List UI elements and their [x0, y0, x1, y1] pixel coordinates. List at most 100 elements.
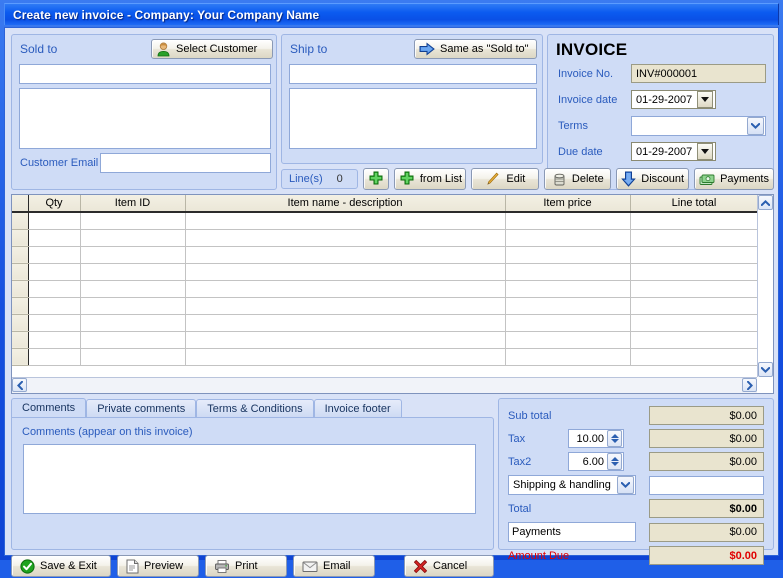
- table-cell[interactable]: [185, 331, 506, 349]
- table-cell[interactable]: [185, 246, 506, 264]
- tab-terms-conditions[interactable]: Terms & Conditions: [196, 399, 314, 418]
- scroll-down-button[interactable]: [758, 362, 773, 377]
- add-from-list-button[interactable]: from List: [394, 168, 467, 190]
- table-cell[interactable]: [505, 263, 631, 281]
- tax-rate-stepper[interactable]: 10.00: [568, 429, 624, 448]
- table-cell[interactable]: [505, 229, 631, 247]
- table-cell[interactable]: [28, 212, 81, 230]
- due-date-picker[interactable]: 01-29-2007: [631, 142, 716, 161]
- table-cell[interactable]: [28, 331, 81, 349]
- table-cell[interactable]: [630, 280, 759, 298]
- chevron-down-icon[interactable]: [697, 91, 714, 108]
- table-cell[interactable]: [630, 246, 759, 264]
- tab-private-comments[interactable]: Private comments: [86, 399, 197, 418]
- preview-button[interactable]: Preview: [117, 555, 199, 577]
- table-cell[interactable]: [505, 246, 631, 264]
- table-cell[interactable]: [185, 348, 506, 366]
- spinner-buttons[interactable]: [607, 430, 622, 447]
- row-header-cell[interactable]: [12, 263, 29, 281]
- table-cell[interactable]: [505, 314, 631, 332]
- table-row[interactable]: [12, 348, 759, 366]
- table-cell[interactable]: [630, 297, 759, 315]
- table-row[interactable]: [12, 280, 759, 298]
- add-line-button[interactable]: [362, 168, 390, 190]
- row-header-cell[interactable]: [12, 331, 29, 349]
- print-button[interactable]: Print: [205, 555, 287, 577]
- same-as-sold-to-button[interactable]: Same as "Sold to": [414, 39, 537, 59]
- table-cell[interactable]: [28, 229, 81, 247]
- table-row[interactable]: [12, 297, 759, 315]
- row-header-cell[interactable]: [12, 297, 29, 315]
- ship-to-address-input[interactable]: [289, 88, 537, 149]
- row-header-cell[interactable]: [12, 212, 29, 230]
- table-cell[interactable]: [28, 246, 81, 264]
- scroll-left-button[interactable]: [12, 378, 27, 392]
- table-cell[interactable]: [80, 229, 186, 247]
- column-header-line-total[interactable]: Line total: [630, 195, 759, 213]
- table-cell[interactable]: [630, 229, 759, 247]
- table-cell[interactable]: [630, 331, 759, 349]
- select-customer-button[interactable]: Select Customer: [151, 39, 273, 59]
- payments-input[interactable]: Payments: [508, 522, 636, 542]
- table-cell[interactable]: [185, 263, 506, 281]
- invoice-date-picker[interactable]: 01-29-2007: [631, 90, 716, 109]
- comments-textarea[interactable]: [23, 444, 476, 514]
- table-cell[interactable]: [80, 263, 186, 281]
- spinner-buttons[interactable]: [607, 453, 622, 470]
- table-cell[interactable]: [630, 314, 759, 332]
- spinner-down-icon[interactable]: [610, 439, 619, 443]
- table-cell[interactable]: [28, 297, 81, 315]
- column-header-item-name[interactable]: Item name - description: [185, 195, 506, 213]
- table-cell[interactable]: [505, 280, 631, 298]
- table-cell[interactable]: [80, 314, 186, 332]
- table-row[interactable]: [12, 314, 759, 332]
- table-row[interactable]: [12, 229, 759, 247]
- tab-invoice-footer[interactable]: Invoice footer: [313, 399, 402, 418]
- table-cell[interactable]: [80, 331, 186, 349]
- save-and-exit-button[interactable]: Save & Exit: [11, 555, 111, 577]
- table-cell[interactable]: [28, 263, 81, 281]
- chevron-down-icon[interactable]: [697, 143, 714, 160]
- table-cell[interactable]: [630, 348, 759, 366]
- terms-dropdown[interactable]: [631, 116, 766, 136]
- shipping-dropdown[interactable]: Shipping & handling: [508, 475, 636, 495]
- spinner-down-icon[interactable]: [610, 462, 619, 466]
- delete-line-button[interactable]: Delete: [544, 168, 612, 190]
- row-header-cell[interactable]: [12, 314, 29, 332]
- table-row[interactable]: [12, 331, 759, 349]
- table-cell[interactable]: [185, 314, 506, 332]
- tax2-rate-stepper[interactable]: 6.00: [568, 452, 624, 471]
- email-button[interactable]: Email: [293, 555, 375, 577]
- column-header-qty[interactable]: Qty: [28, 195, 81, 213]
- sold-to-name-input[interactable]: [19, 64, 271, 84]
- shipping-amount-input[interactable]: [649, 475, 764, 495]
- table-cell[interactable]: [80, 212, 186, 230]
- sold-to-address-input[interactable]: [19, 88, 271, 149]
- cancel-button[interactable]: Cancel: [404, 555, 494, 577]
- scroll-right-button[interactable]: [742, 378, 757, 392]
- row-header-cell[interactable]: [12, 229, 29, 247]
- edit-line-button[interactable]: Edit: [471, 168, 540, 190]
- column-header-item-price[interactable]: Item price: [505, 195, 631, 213]
- chevron-down-icon[interactable]: [617, 476, 634, 494]
- table-cell[interactable]: [505, 297, 631, 315]
- table-row[interactable]: [12, 246, 759, 264]
- line-items-grid[interactable]: Qty Item ID Item name - description Item…: [11, 194, 774, 394]
- column-header-item-id[interactable]: Item ID: [80, 195, 186, 213]
- table-cell[interactable]: [28, 314, 81, 332]
- table-cell[interactable]: [185, 280, 506, 298]
- table-cell[interactable]: [630, 263, 759, 281]
- table-cell[interactable]: [630, 212, 759, 230]
- tab-comments[interactable]: Comments: [11, 398, 87, 418]
- table-cell[interactable]: [185, 297, 506, 315]
- row-header-cell[interactable]: [12, 280, 29, 298]
- payments-button[interactable]: Payments: [694, 168, 774, 190]
- table-cell[interactable]: [28, 280, 81, 298]
- table-cell[interactable]: [80, 246, 186, 264]
- row-header-cell[interactable]: [12, 348, 29, 366]
- table-cell[interactable]: [80, 297, 186, 315]
- table-row[interactable]: [12, 263, 759, 281]
- grid-horizontal-scrollbar[interactable]: [12, 377, 757, 393]
- table-cell[interactable]: [185, 212, 506, 230]
- table-cell[interactable]: [505, 212, 631, 230]
